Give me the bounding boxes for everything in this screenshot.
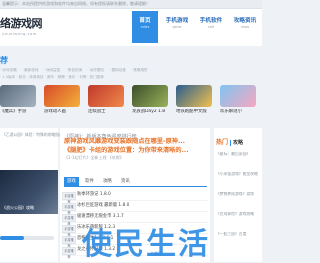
recommend-card[interactable]: 地铁跑酷中文版: [176, 85, 212, 119]
recommend-tag[interactable]: · 休闲益智: [44, 68, 61, 72]
row-tag: 手游推荐: [62, 214, 76, 226]
recommend-card[interactable]: 欢乐解谜小: [220, 85, 256, 119]
notice-text: 温馨提示：本站所提供的游戏和软件均来自网络，如有侵权请联系删除，敬请理解！: [2, 1, 150, 6]
hot-title-sub[interactable]: 攻略: [233, 140, 243, 146]
recommend-card[interactable]: 龙族战Day2 1.8: [132, 85, 168, 119]
feature-line[interactable]: 原神游戏风靡游戏变装跟随点在哪里-原神...: [64, 137, 207, 146]
tab-software[interactable]: 软件: [82, 177, 97, 186]
feature-subline[interactable]: 《1-1幻灯片》全新上线 《灰烬》: [64, 155, 207, 161]
recommend-tag[interactable]: · 坎坷攻略: [0, 68, 17, 72]
row-tag: 手游推荐: [62, 192, 76, 204]
recommend-tag[interactable]: · 模拟经营: [109, 68, 126, 72]
hot-section-title: 热门 攻略: [216, 137, 243, 146]
hero-banner[interactable]: 《战火公园》攻略: [0, 170, 58, 214]
logo-name: 络游戏网: [0, 17, 43, 30]
recommend-tag[interactable]: · 策略塔防: [131, 68, 148, 72]
row-tag: 手游推荐: [62, 203, 76, 215]
tab-news[interactable]: 资讯: [118, 177, 133, 186]
recommend-subtags[interactable]: · 1.3版本 · 射击 · 体育竞技 · 赛车 · 棋牌 · 音乐 · 卡牌 …: [0, 75, 262, 81]
card-label: 龙族战Day2 1.8: [132, 109, 166, 114]
card-label: 地铁跑酷中文版: [176, 109, 207, 114]
recommend-card[interactable]: 《魔兵》手游: [0, 85, 36, 119]
site-logo[interactable]: 络游戏网 youxiwang.com: [0, 15, 50, 45]
watermark-sub: 卡普网: [150, 251, 162, 256]
card-thumbnail: [44, 85, 80, 107]
progress-bar: [0, 236, 54, 240]
card-thumbnail: [88, 85, 124, 107]
row-tag: 手游推荐: [62, 225, 76, 237]
hot-list: 《星际：最后家园》 《小米饭游戏》氪金攻略 《梦想养成游戏》游戏 《荒岛探险》游…: [216, 152, 262, 252]
tab-games[interactable]: 游戏: [64, 177, 79, 186]
recommend-tag[interactable]: · 最新游戏: [22, 68, 39, 72]
hot-item[interactable]: 《荒岛探险》游戏攻略: [216, 212, 262, 232]
nav-software-label: 手机软件: [199, 18, 223, 24]
recommend-tag[interactable]: · 角色扮演: [65, 68, 82, 72]
card-thumbnail: [0, 85, 36, 107]
card-label: 连续战士: [88, 109, 106, 114]
logo-url: youxiwang.com: [2, 32, 37, 36]
nav-software-sub: soft: [208, 25, 214, 29]
recommend-tags: · 坎坷攻略 · 最新游戏 · 休闲益智 · 角色扮演 · 动作冒险 · 模拟经…: [0, 68, 262, 74]
recommend-card[interactable]: 游戏动人画: [44, 85, 80, 119]
list-item[interactable]: 手游推荐 冰杉巨匠游戏 最新版 1.8.0: [62, 201, 208, 215]
list-item[interactable]: 手游推荐 秋季环游记 1.8.0: [62, 190, 208, 204]
feature-headlines: 原神游戏风靡游戏变装跟随点在哪里-原神... 《腿肥》卡组的游戏位置：为你带来清…: [64, 137, 207, 161]
card-label: 游戏动人画: [44, 109, 66, 114]
row-title[interactable]: 秋季环游记 1.8.0: [77, 190, 111, 200]
row-tag: 手游推荐: [62, 236, 76, 248]
left-lead-text[interactable]: 《乙游公园》体验：特殊的攻略指南: [2, 132, 63, 138]
card-thumbnail: [220, 85, 256, 107]
nav-home-sub: index: [140, 25, 150, 29]
nav-home-label: 首页: [139, 18, 151, 24]
card-label: 欢乐解谜小: [220, 109, 242, 114]
content-tabs: 游戏 软件 攻略 资讯: [64, 177, 207, 187]
row-title[interactable]: 冰杉巨匠游戏 最新版 1.8.0: [77, 201, 129, 211]
card-thumbnail: [132, 85, 168, 107]
recommend-tag[interactable]: · 动作冒险: [87, 68, 104, 72]
hot-item[interactable]: 《一起三国》百度: [216, 232, 262, 252]
feature-line[interactable]: 《腿肥》卡组的游戏位置：为你带来清晰的...: [64, 146, 207, 155]
nav-item-software[interactable]: 手机软件 soft: [196, 11, 226, 43]
title-divider: [230, 139, 232, 146]
nav-item-games[interactable]: 手机游戏 game: [162, 11, 192, 43]
nav-item-news[interactable]: 攻略资讯 news: [230, 11, 260, 43]
nav-news-sub: news: [240, 25, 250, 29]
hot-item[interactable]: 《梦想养成游戏》游戏: [216, 192, 262, 212]
hot-item[interactable]: 《小米饭游戏》氪金攻略: [216, 172, 262, 192]
nav-games-label: 手机游戏: [165, 18, 189, 24]
progress-fill: [0, 236, 25, 240]
card-thumbnail: [176, 85, 212, 107]
hot-item[interactable]: 《星际：最后家园》: [216, 152, 262, 172]
hero-caption: 《战火公园》攻略: [2, 205, 34, 210]
hot-title-label: 热门: [216, 139, 229, 146]
nav-item-home[interactable]: 首页 index: [132, 11, 158, 43]
top-notice-bar: 温馨提示：本站所提供的游戏和软件均来自网络，如有侵权请联系删除，敬请理解！: [0, 0, 262, 9]
watermark: 使民生活: [82, 227, 210, 262]
nav-news-label: 攻略资讯: [233, 18, 257, 24]
recommend-card[interactable]: 连续战士: [88, 85, 124, 119]
nav-games-sub: game: [172, 25, 182, 29]
card-label: 《魔兵》手游: [0, 109, 27, 114]
recommend-title: 荐: [0, 56, 8, 65]
tab-guides[interactable]: 攻略: [100, 177, 115, 186]
row-tag: 手游推荐: [62, 247, 76, 259]
